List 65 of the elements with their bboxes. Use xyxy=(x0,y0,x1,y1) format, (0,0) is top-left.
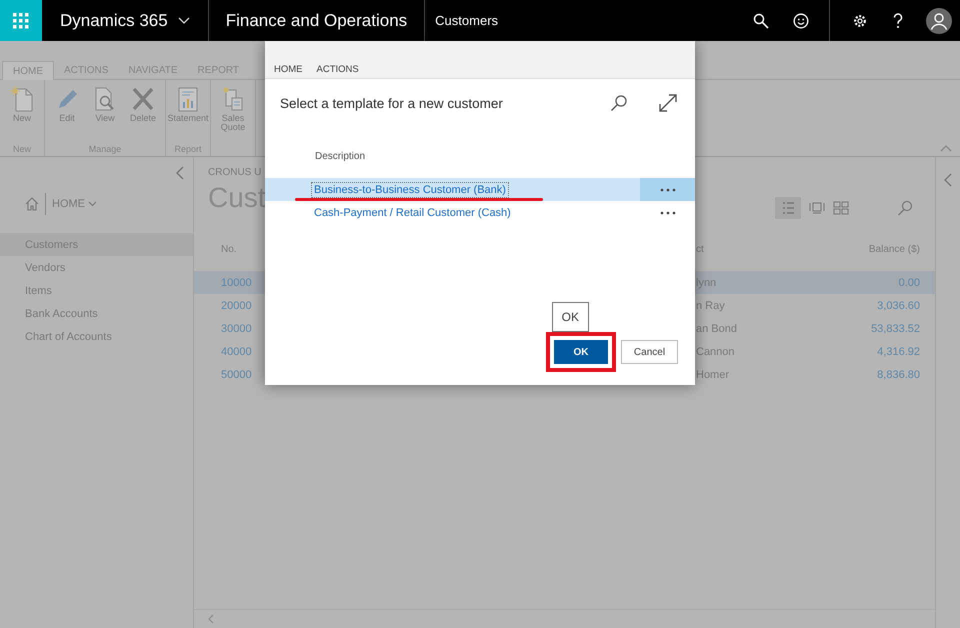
smiley-icon[interactable] xyxy=(793,12,809,28)
new-document-icon xyxy=(10,86,34,112)
page-name: Customers xyxy=(434,13,500,28)
balance-link[interactable]: 8,836.80 xyxy=(877,368,935,380)
balance-link[interactable]: 3,036.60 xyxy=(877,300,935,312)
template-row[interactable]: Business-to-Business Customer (Bank) xyxy=(265,178,695,201)
help-icon[interactable] xyxy=(892,12,904,28)
customer-number-link[interactable]: 30000 xyxy=(194,322,266,334)
dialog-tab[interactable]: ACTIONS xyxy=(310,64,366,78)
ribbon-action[interactable]: Sales Quote xyxy=(214,86,252,156)
column-header: Description xyxy=(315,151,366,162)
balance-link[interactable]: 4,316.92 xyxy=(877,346,935,358)
chevron-left-icon[interactable] xyxy=(944,173,952,187)
ellipsis-icon xyxy=(660,210,676,214)
settings-icon[interactable] xyxy=(852,12,868,28)
chevron-down-icon xyxy=(88,201,97,207)
ribbon-action[interactable]: Edit xyxy=(48,86,86,144)
ok-button[interactable]: OK xyxy=(554,340,608,364)
nav-item[interactable]: Chart of Accounts xyxy=(0,325,193,348)
ribbon-action[interactable]: Delete xyxy=(124,86,162,144)
expand-icon[interactable] xyxy=(658,93,678,113)
template-link[interactable]: Cash-Payment / Retail Customer (Cash) xyxy=(311,204,514,220)
balance-link[interactable]: 53,833.52 xyxy=(871,322,935,334)
table-cell-text: an Bond xyxy=(696,322,738,334)
report-chart-icon xyxy=(176,86,200,112)
chevron-up-icon[interactable] xyxy=(940,144,952,152)
balance-link[interactable]: 0.00 xyxy=(898,276,935,288)
company-name: CRONUS U xyxy=(208,167,262,178)
list-view-icon[interactable] xyxy=(775,197,801,219)
ribbon-action[interactable]: New xyxy=(3,86,41,144)
column-header[interactable]: No. xyxy=(194,244,266,255)
nav-item[interactable]: Vendors xyxy=(0,256,193,279)
search-icon[interactable] xyxy=(610,94,628,112)
home-menu[interactable]: HOME xyxy=(52,198,97,210)
column-header[interactable]: Balance ($) xyxy=(868,244,935,255)
chevron-down-icon xyxy=(178,16,190,24)
nav-item[interactable]: Bank Accounts xyxy=(0,302,193,325)
template-row[interactable]: Cash-Payment / Retail Customer (Cash) xyxy=(265,201,695,224)
documents-icon xyxy=(221,86,245,112)
tooltip: OK xyxy=(552,302,589,332)
column-header[interactable]: ct xyxy=(696,244,816,255)
ellipsis-icon xyxy=(660,188,676,192)
card-view-icon[interactable] xyxy=(809,201,825,215)
tile-view-icon[interactable] xyxy=(833,201,849,215)
ribbon-tab[interactable]: HOME xyxy=(2,61,54,80)
ribbon-action[interactable]: View xyxy=(86,86,124,144)
app-switcher[interactable]: Dynamics 365 xyxy=(42,0,209,41)
avatar-icon[interactable] xyxy=(926,8,952,34)
dialog-title: Select a template for a new customer xyxy=(280,96,504,110)
customer-number-link[interactable]: 10000 xyxy=(194,276,266,288)
table-cell-text: Cannon xyxy=(696,346,736,358)
customer-number-link[interactable]: 40000 xyxy=(194,346,266,358)
scroll-left-icon[interactable] xyxy=(208,614,214,624)
table-cell-text: Homer xyxy=(696,368,730,380)
cancel-button[interactable]: Cancel xyxy=(621,340,678,364)
customer-number-link[interactable]: 50000 xyxy=(194,368,266,380)
nav-item[interactable]: Items xyxy=(0,279,193,302)
dialog-tab[interactable]: HOME xyxy=(267,64,310,78)
home-icon[interactable] xyxy=(25,197,39,211)
customer-number-link[interactable]: 20000 xyxy=(194,300,266,312)
delete-icon xyxy=(131,86,155,112)
search-icon[interactable] xyxy=(753,12,769,28)
chevron-left-icon[interactable] xyxy=(176,166,184,180)
ribbon-action[interactable]: Statement xyxy=(169,86,207,144)
app-launcher-icon[interactable] xyxy=(0,0,42,41)
